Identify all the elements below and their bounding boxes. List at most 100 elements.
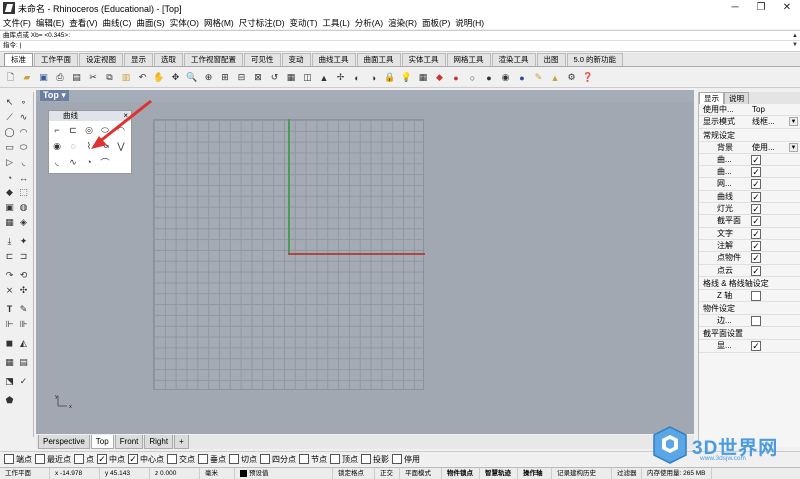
transform-icon[interactable]: ↷ [3,269,16,282]
tab-surface-tools[interactable]: 曲面工具 [356,53,401,66]
spotlight-icon[interactable]: ✦ [17,235,30,248]
rotate-view-icon[interactable]: ✥ [168,70,183,85]
menu-analyze[interactable]: 分析(A) [355,17,383,29]
trim-icon[interactable]: ⊪ [17,318,30,331]
box-icon[interactable]: ▣ [3,201,16,214]
print-icon[interactable]: ⎙ [53,70,68,85]
arc-icon[interactable]: ◠ [17,126,30,139]
cplane-icon[interactable]: ◫ [300,70,315,85]
menu-curve[interactable]: 曲线(C) [103,17,132,29]
material-icon[interactable]: ● [449,70,464,85]
status-ortho[interactable]: 正交 [375,468,400,479]
sphere-icon[interactable]: ◍ [17,201,30,214]
maximize-button[interactable]: ❐ [748,0,774,16]
snapshot-icon[interactable]: ▲ [548,70,563,85]
general-settings-section[interactable]: 常规设定 [699,129,800,142]
import-icon[interactable]: ▤ [69,70,84,85]
osnap-checkbox[interactable] [4,454,14,464]
display-item-checkbox[interactable]: ✓ [751,179,761,190]
tab-new-in-v5[interactable]: 5.0 的新功能 [566,53,624,66]
dimension-icon[interactable]: ⊏ [3,250,16,263]
fillet-icon[interactable]: ◟ [17,156,30,169]
polygon-icon[interactable]: ▷ [3,156,16,169]
status-filter[interactable]: 过滤器 [612,468,642,479]
properties-icon[interactable]: ◆ [432,70,447,85]
add-viewport-tab-button[interactable]: + [174,435,189,449]
background-value[interactable]: 使用... [752,142,775,153]
offset-icon[interactable]: ◔ [3,171,16,184]
osnap-option[interactable]: 停用 [392,454,420,465]
tab-visibility[interactable]: 可见性 [244,53,281,66]
save-icon[interactable]: ▣ [36,70,51,85]
command-scroll-icon[interactable]: ▲ ▼ [792,32,798,50]
osnap-checkbox[interactable]: ✓ [97,454,107,464]
paste-icon[interactable]: ▥ [119,70,134,85]
open-file-icon[interactable]: ▰ [20,70,35,85]
viewport-tab-front[interactable]: Front [114,435,144,449]
undo-icon[interactable]: ↶ [135,70,150,85]
ellipse-icon[interactable]: ⬭ [17,141,30,154]
line-segments-icon[interactable]: ⌐ [51,124,63,136]
osnap-checkbox[interactable]: ✓ [128,454,138,464]
array-icon[interactable]: ⟲ [17,269,30,282]
menu-edit[interactable]: 编辑(E) [36,17,64,29]
polyline-tool-icon[interactable]: ⊏ [67,124,79,136]
status-grid-snap[interactable]: 锁定格点 [333,468,375,479]
options-icon[interactable]: ✎ [531,70,546,85]
copy-icon[interactable]: ⧉ [102,70,117,85]
menu-help[interactable]: 说明(H) [455,17,484,29]
osnap-option[interactable]: 投影 [361,454,389,465]
tab-render-tools[interactable]: 渲染工具 [491,53,536,66]
tab-solid-tools[interactable]: 实体工具 [401,53,446,66]
object-settings-section[interactable]: 物件设定 [699,302,800,316]
light-icon[interactable]: 💡 [399,70,414,85]
osnap-checkbox[interactable] [167,454,177,464]
four-viewports-icon[interactable]: ▦ [284,70,299,85]
tab-viewport-layout[interactable]: 工作视窗配置 [184,53,243,66]
explode-icon[interactable]: ✣ [17,284,30,297]
undo-view-icon[interactable]: ↺ [267,70,282,85]
light-tool-icon[interactable]: ⤓ [3,235,16,248]
spiral-icon[interactable]: ◌ [67,140,79,152]
offset-curve-icon[interactable]: ◔ [83,156,95,168]
tab-curve-tools[interactable]: 曲线工具 [311,53,356,66]
osnap-option[interactable]: ✓ 中点 [97,454,125,465]
display-item-checkbox[interactable]: ✓ [751,228,761,239]
cut-icon[interactable]: ✂ [86,70,101,85]
display-item-checkbox[interactable]: ✓ [751,253,761,264]
helix-icon[interactable]: ◉ [51,140,63,152]
cube-icon[interactable]: ◼ [3,337,16,350]
tab-cplanes[interactable]: 工作平面 [34,53,78,66]
osnap-option[interactable]: 切点 [229,454,257,465]
layer-icon[interactable]: ▦ [416,70,431,85]
leader-icon[interactable]: ⊐ [17,250,30,263]
menu-file[interactable]: 文件(F) [3,17,31,29]
status-cplane[interactable]: 工作平面 [0,468,50,479]
rendered-icon[interactable]: ◉ [498,70,513,85]
extrude-icon[interactable]: ⬚ [17,186,30,199]
render-tool-icon[interactable]: ⬟ [3,394,16,407]
osnap-checkbox[interactable] [260,454,270,464]
grid-settings-section[interactable]: 格线 & 格线轴设定 [699,277,800,290]
viewport-tab-perspective[interactable]: Perspective [38,435,90,449]
lock-icon[interactable]: 🔒 [383,70,398,85]
wireframe-icon[interactable]: ○ [465,70,480,85]
block-icon[interactable]: ▤ [17,356,30,369]
rectangle-icon[interactable]: ▭ [3,141,16,154]
osnap-checkbox[interactable] [361,454,371,464]
tab-set-view[interactable]: 设定视图 [79,53,123,66]
polyline-icon[interactable]: ⟋ [3,111,16,124]
osnap-option[interactable]: 节点 [299,454,327,465]
close-button[interactable]: ✕ [774,0,800,16]
panel-tab-help[interactable]: 说明 [724,92,749,104]
osnap-option[interactable]: 点 [74,454,94,465]
chevron-down-icon[interactable]: ▼ [789,142,798,152]
tab-display[interactable]: 显示 [124,53,153,66]
circle-icon[interactable]: ◯ [3,126,16,139]
tab-drafting[interactable]: 出图 [536,53,566,66]
join-icon[interactable]: ⨯ [3,284,16,297]
display-item-checkbox[interactable]: ✓ [751,240,761,251]
osnap-option[interactable]: 最近点 [35,454,71,465]
shaded-icon[interactable]: ● [482,70,497,85]
background-row[interactable]: 背景 使用... ▼ [699,142,800,154]
